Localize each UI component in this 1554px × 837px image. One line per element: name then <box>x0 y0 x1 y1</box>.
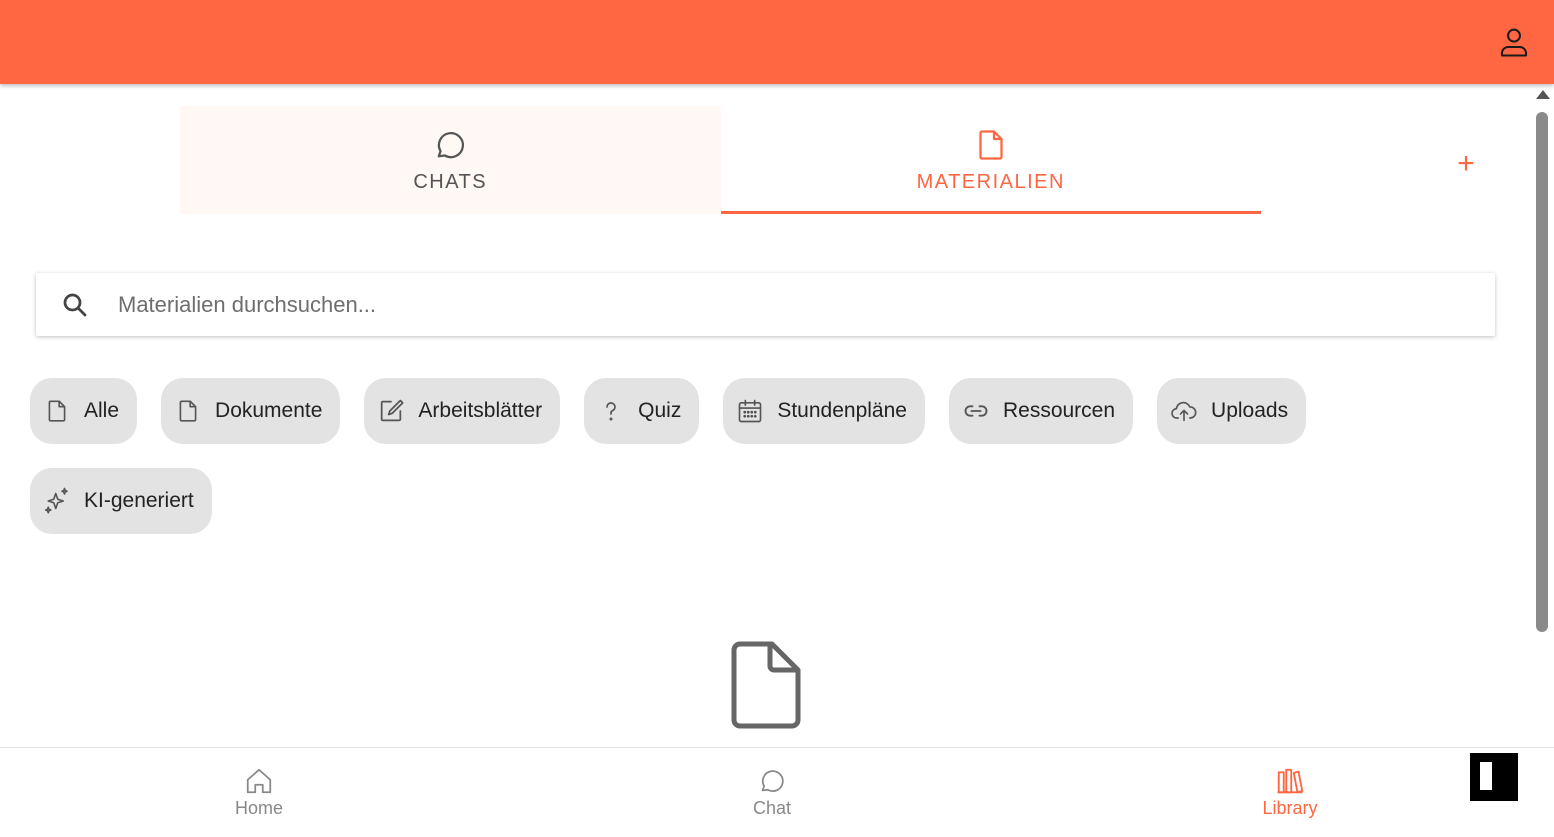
tab-materialien-label: MATERIALIEN <box>916 170 1065 193</box>
filter-chip-ki-generiert[interactable]: KI-generiert <box>30 468 212 534</box>
filter-chip-label: Ressourcen <box>1002 399 1116 422</box>
document-icon <box>979 129 1003 160</box>
tab-chats[interactable]: CHATS <box>180 106 721 214</box>
nav-chat-label: Chat <box>752 798 792 818</box>
chat-bubble-icon <box>437 131 465 158</box>
account-button[interactable] <box>1494 22 1534 62</box>
vertical-scrollbar[interactable] <box>1531 84 1554 747</box>
filter-chips: Alle Dokumente Arbeitsblätter Quiz Stund… <box>30 378 1510 534</box>
sparkles-icon <box>42 486 72 516</box>
edit-icon <box>376 396 406 426</box>
search-input[interactable] <box>118 291 1418 318</box>
nav-home-label: Home <box>234 798 283 818</box>
overlay-toggle-inner <box>1480 762 1492 790</box>
search-bar <box>36 273 1495 336</box>
tab-bar: CHATS MATERIALIEN <box>180 106 1261 214</box>
chat-bubble-icon <box>761 770 784 792</box>
nav-library[interactable]: Library <box>1230 766 1350 819</box>
question-icon <box>596 396 626 426</box>
document-icon <box>42 396 72 426</box>
filter-chip-label: Quiz <box>638 399 682 422</box>
overlay-toggle-button[interactable] <box>1470 753 1518 801</box>
filter-chip-label: KI-generiert <box>84 489 194 512</box>
tab-materialien[interactable]: MATERIALIEN <box>720 106 1262 214</box>
empty-state-document-icon <box>731 641 801 729</box>
filter-chip-arbeitsblaetter[interactable]: Arbeitsblätter <box>364 378 561 444</box>
library-icon <box>1277 768 1304 794</box>
filter-chip-label: Uploads <box>1211 399 1289 422</box>
filter-chip-stundenplaene[interactable]: Stundenpläne <box>723 378 925 444</box>
filter-chip-label: Dokumente <box>215 399 323 422</box>
home-icon <box>246 768 272 794</box>
tab-chats-label: CHATS <box>413 170 488 193</box>
filter-chip-label: Stundenpläne <box>777 399 907 422</box>
add-button[interactable]: + <box>1448 146 1484 182</box>
filter-chip-dokumente[interactable]: Dokumente <box>161 378 341 444</box>
calendar-icon <box>735 396 765 426</box>
user-icon <box>1500 28 1528 57</box>
nav-library-label: Library <box>1262 798 1318 818</box>
app-bar <box>0 0 1554 84</box>
filter-chip-label: Alle <box>84 399 120 422</box>
document-icon <box>173 396 203 426</box>
nav-home[interactable]: Home <box>199 766 319 819</box>
link-icon <box>961 396 991 426</box>
main-content: CHATS MATERIALIEN + Alle <box>0 84 1530 747</box>
cloud-upload-icon <box>1169 396 1199 426</box>
filter-chip-label: Arbeitsblätter <box>418 399 543 422</box>
scroll-up-arrow-icon[interactable] <box>1536 90 1550 99</box>
filter-chip-ressourcen[interactable]: Ressourcen <box>948 378 1134 444</box>
filter-chip-uploads[interactable]: Uploads <box>1157 378 1307 444</box>
filter-chip-alle[interactable]: Alle <box>30 378 138 444</box>
scroll-thumb[interactable] <box>1536 112 1548 632</box>
bottom-navigation: Home Chat Library <box>0 747 1554 837</box>
filter-chip-quiz[interactable]: Quiz <box>584 378 700 444</box>
nav-chat[interactable]: Chat <box>712 766 832 819</box>
search-icon <box>60 290 90 320</box>
